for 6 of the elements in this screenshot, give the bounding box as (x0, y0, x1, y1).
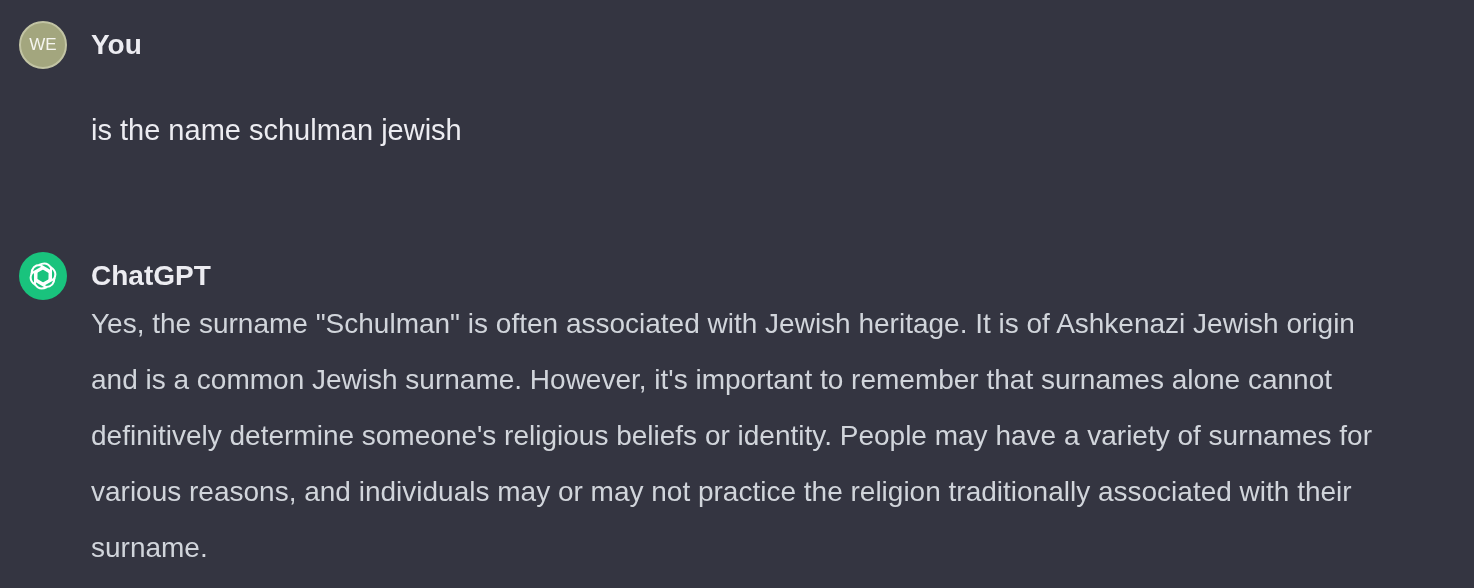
message-text: Yes, the surname "Schulman" is often associated with Jewish heritage. It is of Ashkenazi Jewish origin and is a common Jewish surname. However, it's important to remember that surnames alone cannot definitively determine someone's religious beliefs or identity. People may have a variety of surnames for various reasons, and individuals may or may not practice the religion traditionally associated with their surname. (91, 307, 1373, 565)
author-name: You (91, 28, 143, 62)
author-name: ChatGPT (91, 259, 212, 293)
message-text: is the name schulman jewish (91, 114, 462, 147)
logo-icon (28, 261, 58, 291)
user-avatar: WE (19, 21, 67, 69)
